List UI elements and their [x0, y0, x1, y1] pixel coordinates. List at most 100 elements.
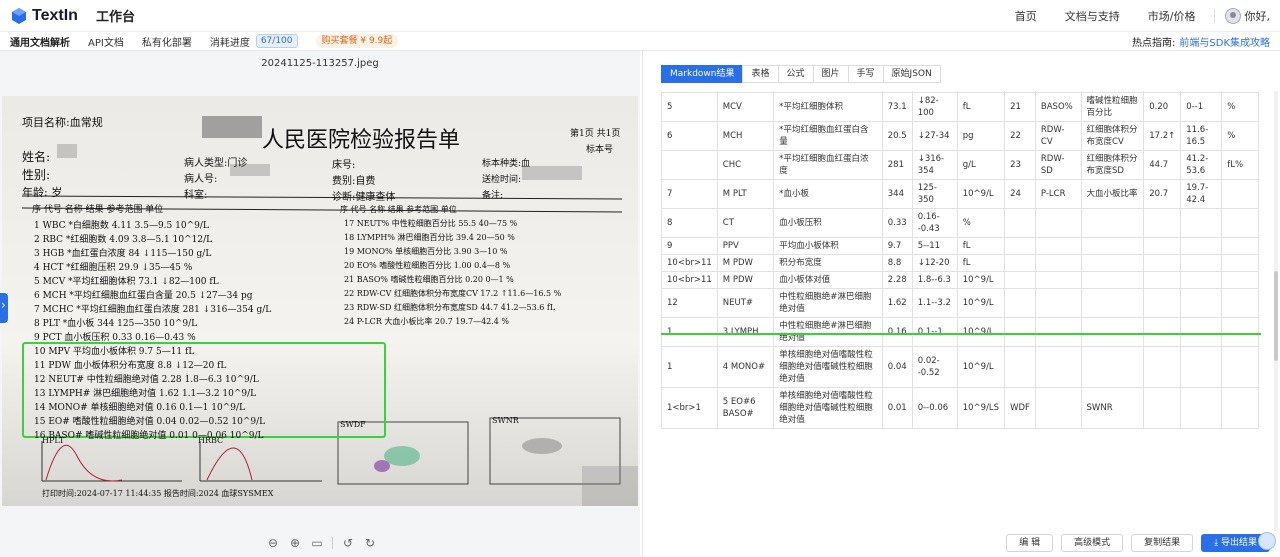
photo-text-line: 病人号: [184, 174, 218, 185]
photo-text-line: 16 BASO# 嗜碱性粒细胞绝对值 0.01 0—0.06 10^9/L [34, 431, 264, 441]
table-cell [1143, 237, 1182, 255]
user-greeting: 你好, [1244, 10, 1271, 23]
table-cell: 23 [1004, 150, 1036, 180]
table-cell: CHC [716, 150, 775, 180]
sdk-guide-link[interactable]: 前端与SDK集成攻略 [1179, 34, 1270, 49]
table-cell: RDW-SD [1034, 150, 1082, 180]
tab-image[interactable]: 图片 [812, 65, 849, 83]
photo-text-line: 13 LYMPH# 淋巴细胞绝对值 1.62 1.1—3.2 10^9/L [34, 389, 257, 399]
table-cell [1080, 288, 1145, 318]
photo-text-line: 送检时间: [482, 175, 522, 185]
table-row: 6 MCH *平均红细胞血红蛋白含量 20.5 ↓27-34 pg 22 RDW-CV 红细胞体… [661, 121, 1259, 151]
table-cell: 中性粒细胞绝#淋巴细胞绝对值 [773, 288, 883, 318]
table-cell: 20.7 [1143, 179, 1182, 209]
photo-text-line: 8 PLT *血小板 344 125—350 10^9/L [34, 319, 198, 329]
photo-text-line: 标本号 [586, 145, 614, 155]
product-title: 通用文档解析 [10, 37, 70, 49]
report-photo-graphics [21, 116, 638, 506]
table-cell: MCV [716, 92, 775, 122]
table-cell: RDW-CV [1034, 121, 1082, 151]
photo-text-line: 5 MCV *平均红细胞体积 73.1 ↓82—100 fL [34, 277, 219, 287]
table-cell [1180, 208, 1223, 238]
tab-table[interactable]: 表格 [742, 65, 779, 83]
table-cell [1221, 237, 1259, 255]
table-cell: P-LCR [1034, 179, 1082, 209]
photo-text-line: 14 MONO# 单核细胞绝对值 0.16 0.1—1 10^9/L [34, 403, 245, 413]
photo-text-line: 12 NEUT# 中性粒细胞绝对值 2.28 1.8—6.3 10^9/L [34, 375, 259, 385]
table-cell: 10<br>11 [661, 254, 718, 272]
table-cell: 24 [1004, 179, 1036, 209]
top-bar: TextIn 工作台 首页 文档与支持 市场/价格 你好, [0, 0, 1280, 32]
table-cell: 11.6-16.5 [1180, 121, 1223, 151]
table-cell [1143, 254, 1182, 272]
result-scrollbar[interactable] [1274, 91, 1278, 531]
nav-home[interactable]: 首页 [1015, 8, 1037, 24]
assistant-avatar-icon[interactable] [1258, 532, 1276, 550]
toolbar-divider [332, 537, 333, 549]
table-cell: 41.2-53.6 [1180, 150, 1223, 180]
table-cell [1221, 179, 1259, 209]
brand-logo[interactable]: TextIn 工作台 [10, 6, 135, 25]
table-cell: 红细胞体积分布宽度CV [1080, 121, 1145, 151]
tab-markdown[interactable]: Markdown结果 [661, 65, 744, 83]
table-cell: 1.62 [881, 288, 913, 318]
sub-bar: 通用文档解析 API文档 私有化部署 消耗进度 67/100 购买套餐 ¥ 9.… [0, 32, 1280, 51]
photo-text-line: 标本种类:血 [482, 159, 531, 169]
table-cell: 血小板体对值 [773, 271, 883, 289]
table-cell [1034, 208, 1082, 238]
table-cell: 8.8 [881, 254, 913, 272]
zoom-in-icon[interactable]: ⊕ [288, 536, 302, 550]
table-row: 9 PPV 平均血小板体积 9.7 5--11 fL [661, 237, 1259, 255]
table-row: 10<br>11 M PDW 血小板体对值 2.28 1.8--6.3 10^9/L [661, 271, 1259, 289]
zoom-out-icon[interactable]: ⊖ [266, 536, 280, 550]
tab-formula[interactable]: 公式 [777, 65, 814, 83]
table-cell: 281 [881, 150, 913, 180]
private-deploy-link[interactable]: 私有化部署 [142, 34, 192, 49]
markdown-result-view[interactable]: 4HCT*红细胞压积29.9↓35-45%20EO%百分比1.000.4-8%5… [661, 91, 1261, 531]
hot-guide: 热点指南: 前端与SDK集成攻略 [1132, 32, 1270, 51]
api-docs-link[interactable]: API文档 [88, 34, 124, 49]
table-cell: 125-350 [911, 179, 958, 209]
table-cell [1221, 271, 1259, 289]
edit-button[interactable]: 编 辑 [1006, 534, 1054, 552]
table-cell: 17.2↑ [1143, 121, 1182, 151]
advanced-mode-button[interactable]: 高级模式 [1061, 534, 1124, 552]
table-cell [661, 150, 718, 180]
table-cell: M PDW [716, 254, 775, 272]
nav-docs-support[interactable]: 文档与支持 [1065, 8, 1120, 24]
table-cell: 红细胞体积分布宽度SD [1080, 150, 1145, 180]
rotate-left-icon[interactable]: ↺ [341, 536, 355, 550]
table-cell [1080, 271, 1145, 289]
table-cell [1143, 271, 1182, 289]
fit-screen-icon[interactable]: ▭ [310, 536, 324, 550]
table-row: 8 CT 血小板压积 0.33 0.16--0.43% [661, 208, 1259, 238]
photo-text-line: 1 WBC *白细胞数 4.11 3.5—9.5 10^9/L [34, 221, 209, 231]
table-cell: 嗜碱性粒细胞百分比 [1080, 92, 1145, 122]
tab-handwriting[interactable]: 手写 [847, 65, 884, 83]
photo-text-line: 床号: [332, 160, 356, 171]
user-menu[interactable]: 你好, [1224, 8, 1271, 24]
copy-result-button[interactable]: 复制结果 [1131, 534, 1194, 552]
table-row: CHC *平均红细胞血红蛋白浓度 281 ↓316-354 g/L 23 RDW-SD 红细胞… [661, 150, 1259, 180]
table-cell: fL [956, 237, 1006, 255]
table-cell [1221, 208, 1259, 238]
table-cell: 22 [1004, 121, 1036, 151]
textin-logo-icon [12, 7, 26, 24]
expand-sidebar-handle[interactable] [0, 293, 8, 323]
download-icon: ⤓ [1214, 538, 1221, 548]
buy-plan-button[interactable]: 购买套餐 ¥ 9.9起 [315, 34, 399, 48]
table-cell: 21 [1004, 92, 1036, 122]
photo-text-line: SWNR [492, 416, 519, 425]
image-preview-panel: 20241125-113257.jpeg 项目名称:血常规 人民医院检验报告单 第1… [0, 51, 640, 557]
table-cell: g/L [956, 150, 1006, 180]
nav-market-pricing[interactable]: 市场/价格 [1148, 8, 1196, 24]
table-cell: 血小板压积 [773, 208, 883, 238]
scroll-thumb[interactable] [1274, 271, 1278, 361]
tab-raw-json[interactable]: 原始JSON [882, 65, 941, 83]
table-cell: MCH [716, 121, 775, 151]
table-cell [1004, 254, 1036, 272]
table-cell: 10^9/L [956, 179, 1006, 209]
table-cell: NEUT# [716, 288, 775, 318]
brand-name: TextIn [32, 6, 78, 24]
rotate-right-icon[interactable]: ↻ [363, 536, 377, 550]
